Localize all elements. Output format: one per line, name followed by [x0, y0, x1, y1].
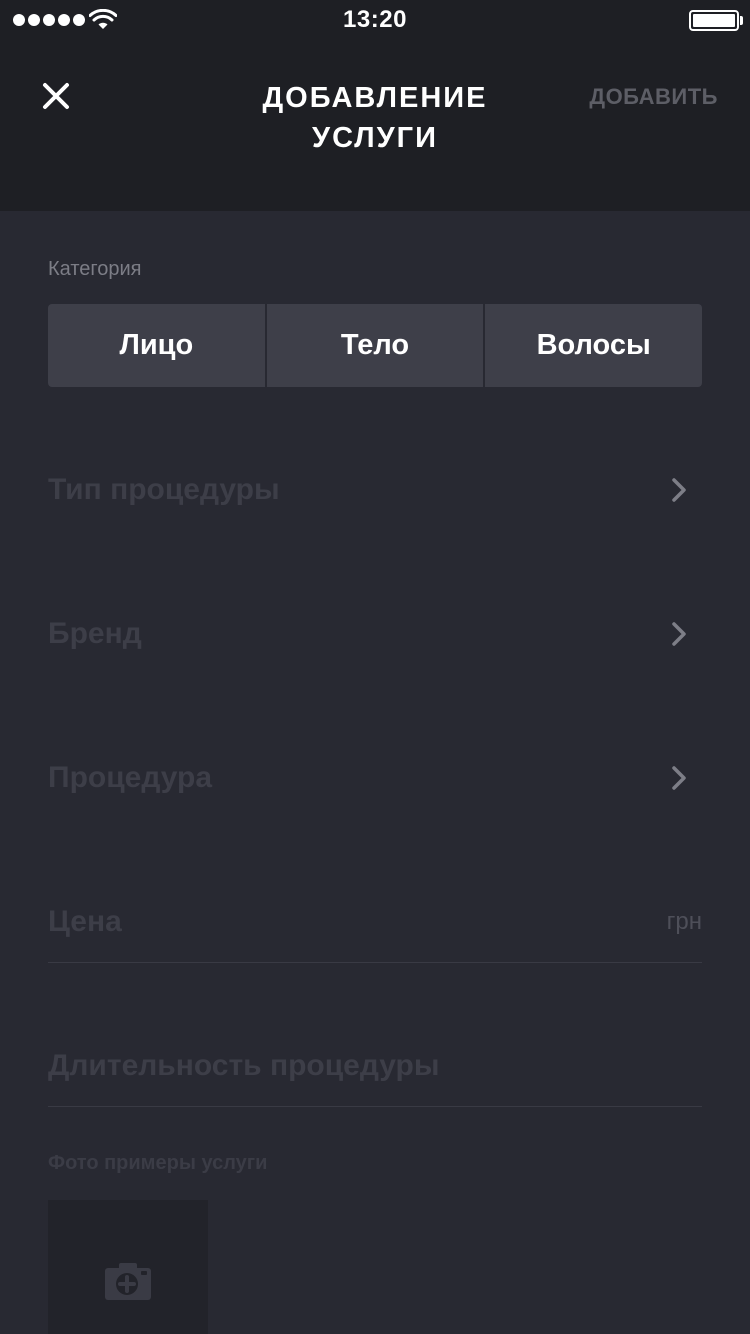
close-icon[interactable]	[38, 78, 74, 114]
brand-row[interactable]: Бренд	[48, 604, 702, 664]
category-option-face[interactable]: Лицо	[48, 304, 265, 387]
duration-placeholder: Длительность процедуры	[48, 1049, 440, 1082]
chevron-right-icon	[672, 478, 686, 502]
duration-field[interactable]: Длительность процедуры	[48, 1036, 702, 1096]
battery-tip	[740, 16, 743, 25]
chevron-right-icon	[672, 766, 686, 790]
category-segmented-control: Лицо Тело Волосы	[48, 304, 702, 387]
price-field[interactable]: Цена грн	[48, 892, 702, 952]
procedure-label: Процедура	[48, 761, 213, 794]
procedure-type-label: Тип процедуры	[48, 473, 280, 506]
category-option-body[interactable]: Тело	[266, 304, 484, 387]
duration-divider	[48, 1106, 702, 1107]
add-photo-button[interactable]	[48, 1200, 208, 1334]
page-title: ДОБАВЛЕНИЕ УСЛУГИ	[262, 82, 488, 154]
category-label: Категория	[48, 258, 142, 280]
price-divider	[48, 962, 702, 963]
status-bar: 13:20	[0, 0, 750, 40]
navigation-header: ДОБАВЛЕНИЕ УСЛУГИ ДОБАВИТЬ	[0, 40, 750, 211]
chevron-right-icon	[672, 622, 686, 646]
photo-examples-label: Фото примеры услуги	[48, 1152, 268, 1174]
camera-add-icon	[105, 1263, 151, 1300]
price-unit: грн	[666, 908, 702, 935]
add-button[interactable]: ДОБАВИТЬ	[589, 84, 718, 110]
battery-icon	[689, 10, 739, 31]
status-time: 13:20	[343, 6, 407, 33]
price-placeholder: Цена	[48, 905, 122, 938]
brand-label: Бренд	[48, 617, 142, 650]
category-option-hair[interactable]: Волосы	[485, 304, 702, 387]
procedure-row[interactable]: Процедура	[48, 748, 702, 808]
procedure-type-row[interactable]: Тип процедуры	[48, 460, 702, 520]
